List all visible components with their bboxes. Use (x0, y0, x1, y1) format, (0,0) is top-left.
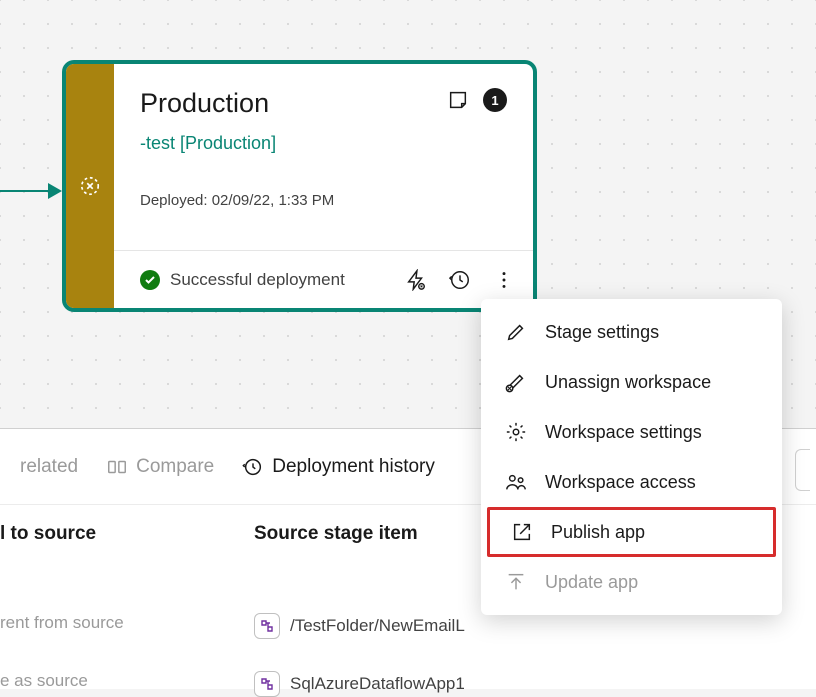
col-header-source: l to source (0, 523, 254, 545)
menu-update-app: Update app (481, 557, 782, 607)
menu-workspace-access[interactable]: Workspace access (481, 457, 782, 507)
gear-icon (505, 421, 527, 443)
history-icon (242, 456, 264, 478)
menu-label: Unassign workspace (545, 372, 711, 393)
external-link-icon (511, 521, 533, 543)
menu-workspace-settings[interactable]: Workspace settings (481, 407, 782, 457)
menu-unassign-workspace[interactable]: Unassign workspace (481, 357, 782, 407)
compare-icon (106, 456, 128, 478)
rules-icon[interactable] (405, 269, 427, 291)
menu-label: Stage settings (545, 322, 659, 343)
menu-label: Workspace access (545, 472, 696, 493)
menu-label: Update app (545, 572, 638, 593)
note-icon[interactable] (447, 89, 469, 111)
list-item[interactable]: SqlAzureDataflowApp1 (254, 671, 465, 697)
stage-body: Production 1 -test [Production] Deployed… (114, 64, 533, 308)
unassign-icon (505, 371, 527, 393)
upload-icon (505, 571, 527, 593)
menu-publish-app[interactable]: Publish app (487, 507, 776, 557)
menu-stage-settings[interactable]: Stage settings (481, 307, 782, 357)
stage-status-bar (66, 64, 114, 308)
tb-history[interactable]: Deployment history (242, 456, 435, 478)
item-name: SqlAzureDataflowApp1 (290, 674, 465, 694)
row-status: e as source (0, 671, 88, 691)
more-icon[interactable] (493, 269, 515, 291)
row-status: rent from source (0, 613, 124, 633)
stage-subtitle: -test [Production] (114, 129, 533, 154)
dataflow-icon (254, 671, 280, 697)
success-icon (140, 270, 160, 290)
deployed-timestamp: Deployed: 02/09/22, 1:33 PM (114, 154, 533, 209)
stage-count-badge: 1 (483, 88, 507, 112)
menu-label: Publish app (551, 522, 645, 543)
item-name: /TestFolder/NewEmailL (290, 616, 465, 636)
menu-label: Workspace settings (545, 422, 702, 443)
flow-arrow (0, 185, 62, 197)
stage-context-menu: Stage settings Unassign workspace Worksp… (481, 299, 782, 615)
sync-icon (79, 175, 101, 197)
dataflow-icon (254, 613, 280, 639)
production-stage-card[interactable]: Production 1 -test [Production] Deployed… (62, 60, 537, 312)
tb-related: related (20, 456, 78, 478)
people-icon (505, 471, 527, 493)
stage-title: Production (140, 88, 269, 119)
list-item[interactable]: /TestFolder/NewEmailL (254, 613, 465, 639)
right-collapse-button[interactable] (795, 449, 810, 491)
tb-compare: Compare (106, 456, 214, 478)
pencil-icon (505, 321, 527, 343)
deployment-status: Successful deployment (170, 270, 395, 290)
history-icon[interactable] (449, 269, 471, 291)
